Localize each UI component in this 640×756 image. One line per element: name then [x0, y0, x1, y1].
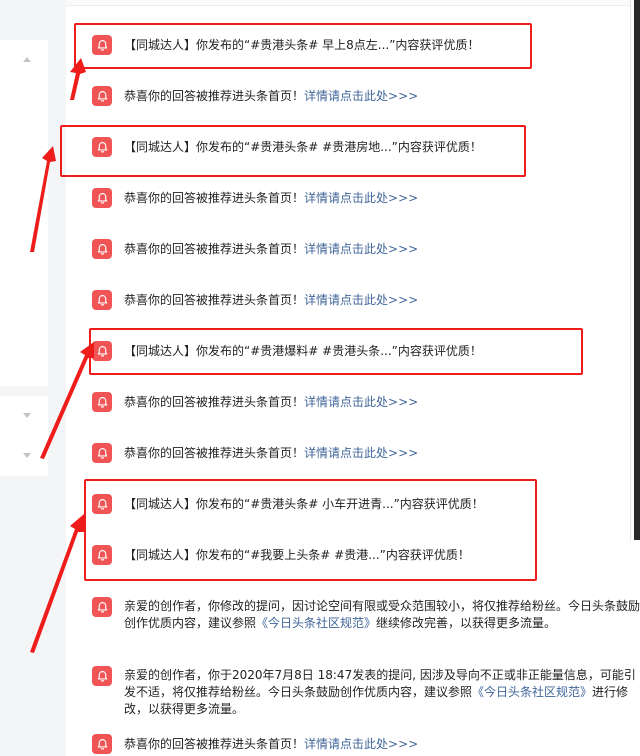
notification-text: 恭喜你的回答被推荐进头条首页！	[124, 191, 305, 205]
expand-caret-icon[interactable]	[23, 413, 31, 418]
details-link[interactable]: 详情请点击此处>>>	[304, 737, 418, 751]
community-rules-link[interactable]: 《今日头条社区规范》	[472, 685, 592, 699]
details-link[interactable]: 详情请点击此处>>>	[304, 446, 418, 460]
annotation-highlight-box	[74, 23, 532, 69]
notification-text: 恭喜你的回答被推荐进头条首页！	[124, 737, 305, 751]
notification-text: 恭喜你的回答被推荐进头条首页！	[124, 446, 305, 460]
sidebar-panel	[0, 40, 48, 386]
details-link[interactable]: 详情请点击此处>>>	[304, 395, 418, 409]
bell-icon	[92, 666, 112, 686]
details-link[interactable]: 详情请点击此处>>>	[304, 191, 418, 205]
list-item[interactable]: 亲爱的创作者，你于2020年7月8日 18:47发表的提问, 因涉及导向不正或非…	[92, 666, 640, 718]
bell-icon	[92, 392, 112, 412]
notice-text-end: 继续修改完善，以获得更多流量。	[376, 616, 557, 630]
notification-text: 恭喜你的回答被推荐进头条首页！	[124, 395, 305, 409]
details-link[interactable]: 详情请点击此处>>>	[304, 89, 418, 103]
notification-text: 恭喜你的回答被推荐进头条首页！	[124, 89, 305, 103]
list-item[interactable]: 恭喜你的回答被推荐进头条首页！详情请点击此处>>>	[92, 392, 640, 412]
list-item[interactable]: 恭喜你的回答被推荐进头条首页！详情请点击此处>>>	[92, 188, 640, 208]
notification-list	[66, 0, 640, 756]
bell-icon	[92, 86, 112, 106]
bell-icon	[92, 239, 112, 259]
expand-caret-icon[interactable]	[23, 453, 31, 458]
bell-icon	[92, 443, 112, 463]
bell-icon	[92, 290, 112, 310]
list-item[interactable]: 恭喜你的回答被推荐进头条首页！详情请点击此处>>>	[92, 239, 640, 259]
list-item[interactable]: 恭喜你的回答被推荐进头条首页！详情请点击此处>>>	[92, 734, 640, 754]
notification-text: 恭喜你的回答被推荐进头条首页！	[124, 293, 305, 307]
annotation-highlight-box	[84, 479, 537, 581]
notification-text: 恭喜你的回答被推荐进头条首页！	[124, 242, 305, 256]
annotation-highlight-box	[89, 328, 583, 375]
list-item[interactable]: 亲爱的创作者，你修改的提问，因讨论空间有限或受众范围较小，将仅推荐给粉丝。今日头…	[92, 597, 640, 632]
top-divider	[66, 0, 640, 6]
list-item[interactable]: 恭喜你的回答被推荐进头条首页！详情请点击此处>>>	[92, 290, 640, 310]
community-rules-link[interactable]: 《今日头条社区规范》	[256, 616, 376, 630]
annotation-highlight-box	[60, 125, 526, 177]
bell-icon	[92, 597, 112, 617]
bell-icon	[92, 188, 112, 208]
list-item[interactable]: 恭喜你的回答被推荐进头条首页！详情请点击此处>>>	[92, 443, 640, 463]
details-link[interactable]: 详情请点击此处>>>	[304, 293, 418, 307]
list-item[interactable]: 恭喜你的回答被推荐进头条首页！详情请点击此处>>>	[92, 86, 640, 106]
sidebar-panel-secondary	[0, 396, 48, 476]
details-link[interactable]: 详情请点击此处>>>	[304, 242, 418, 256]
collapse-caret-icon[interactable]	[23, 57, 31, 62]
bell-icon	[92, 734, 112, 754]
